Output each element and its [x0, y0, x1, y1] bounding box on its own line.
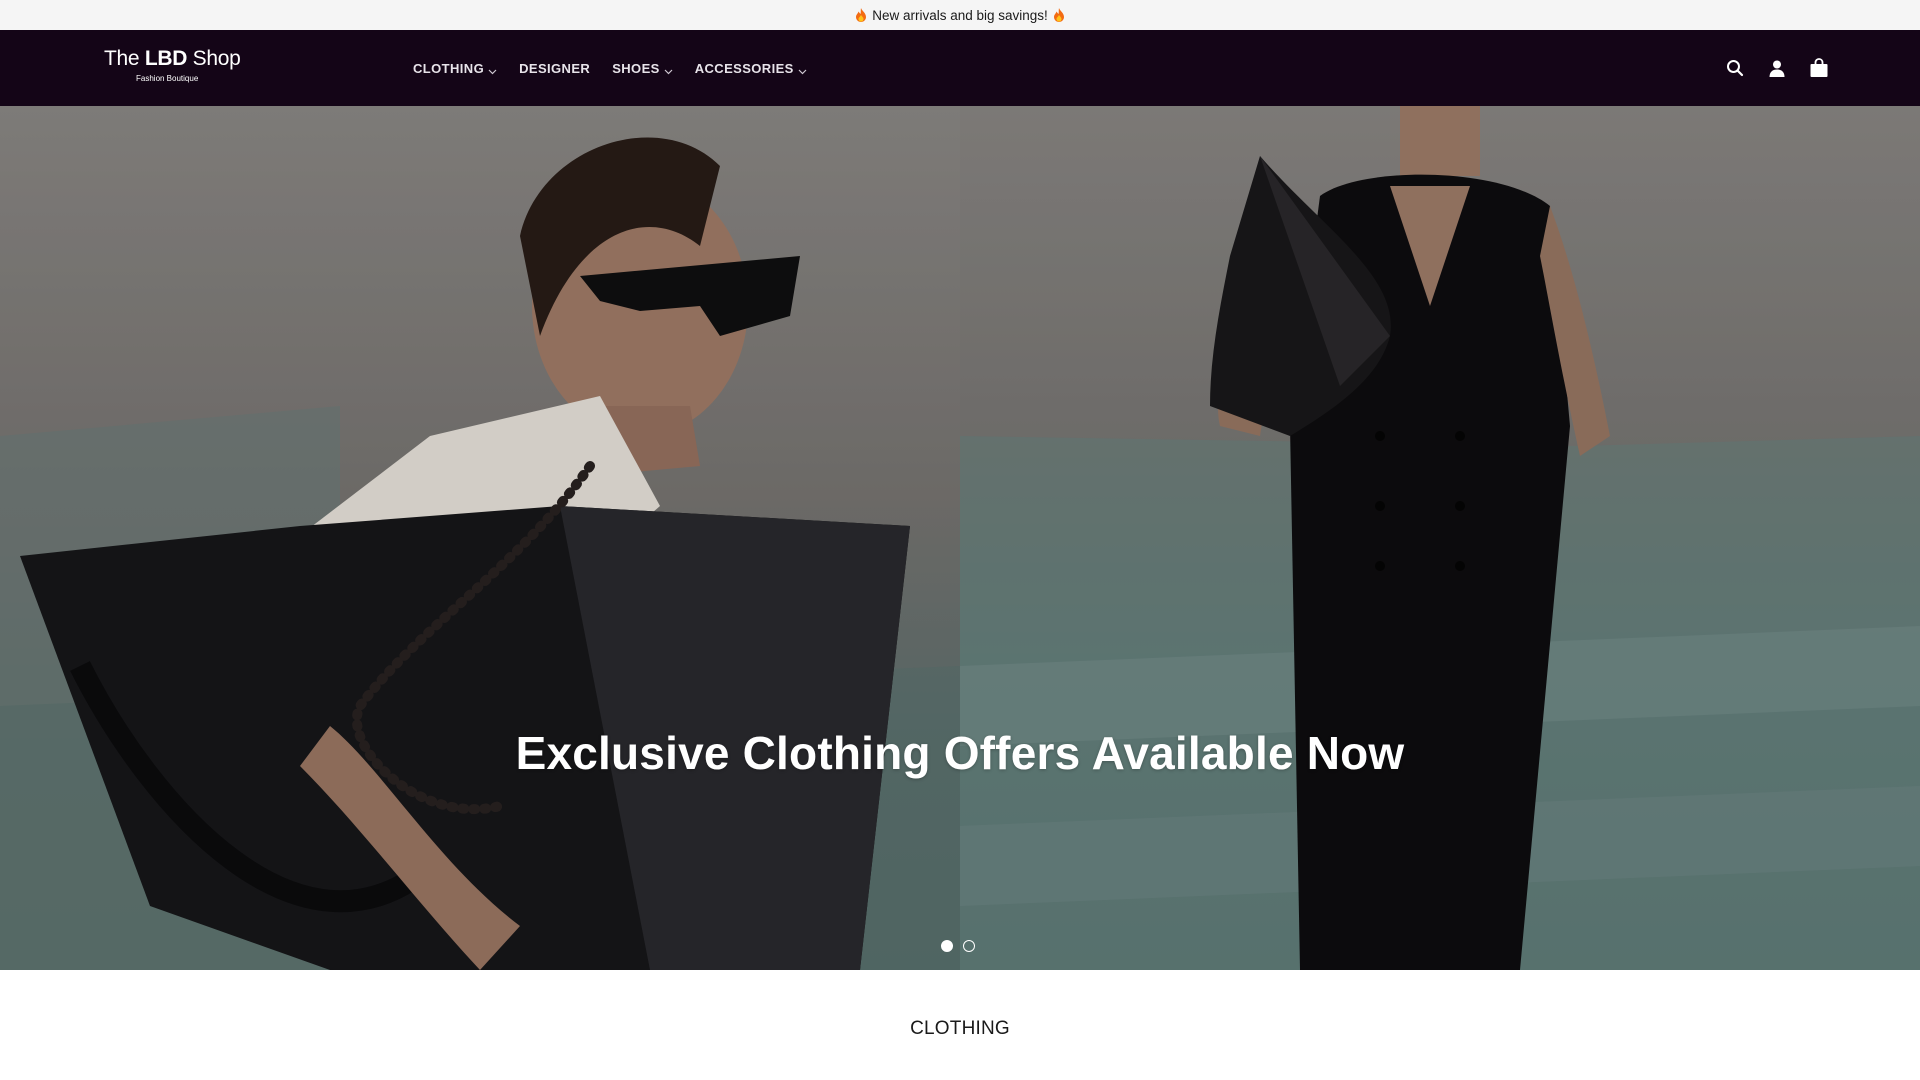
logo-tagline: Fashion Boutique — [136, 74, 199, 83]
flame-icon — [855, 8, 867, 22]
nav-label: SHOES — [612, 60, 660, 76]
section-title: CLOTHING — [910, 1018, 1010, 1039]
header-actions — [1724, 30, 1830, 106]
announcement-text: New arrivals and big savings! — [872, 7, 1048, 23]
site-header: The LBD Shop Fashion Boutique CLOTHING D… — [0, 30, 1920, 106]
slider-dots — [941, 940, 975, 952]
search-icon[interactable] — [1724, 57, 1746, 79]
announcement-bar: New arrivals and big savings! — [0, 0, 1920, 30]
account-icon[interactable] — [1766, 57, 1788, 79]
nav-item-designer[interactable]: DESIGNER — [519, 61, 590, 76]
nav-item-accessories[interactable]: ACCESSORIES — [695, 61, 807, 76]
slider-dot-1[interactable] — [941, 940, 953, 952]
flame-icon — [1053, 8, 1065, 22]
main-nav: CLOTHING DESIGNER SHOES ACCESSORIES — [413, 30, 829, 106]
cart-icon[interactable] — [1808, 57, 1830, 79]
logo-suffix: Shop — [192, 47, 241, 70]
nav-label: DESIGNER — [519, 60, 591, 76]
logo-wordmark: The LBD Shop — [104, 47, 244, 71]
chevron-down-icon — [664, 64, 673, 74]
hero-title: Exclusive Clothing Offers Available Now — [515, 727, 1405, 779]
chevron-down-icon — [488, 64, 497, 74]
slider-dot-2[interactable] — [963, 940, 975, 952]
logo-prefix: The — [104, 47, 140, 70]
nav-item-clothing[interactable]: CLOTHING — [413, 61, 497, 76]
logo-bold: LBD — [144, 47, 188, 70]
chevron-down-icon — [798, 64, 807, 74]
nav-item-shoes[interactable]: SHOES — [612, 61, 673, 76]
hero-overlay — [0, 106, 1920, 970]
hero-slider[interactable]: Exclusive Clothing Offers Available Now — [0, 106, 1920, 970]
nav-label: CLOTHING — [413, 60, 485, 76]
logo[interactable]: The LBD Shop Fashion Boutique — [104, 47, 244, 87]
nav-label: ACCESSORIES — [694, 60, 794, 76]
